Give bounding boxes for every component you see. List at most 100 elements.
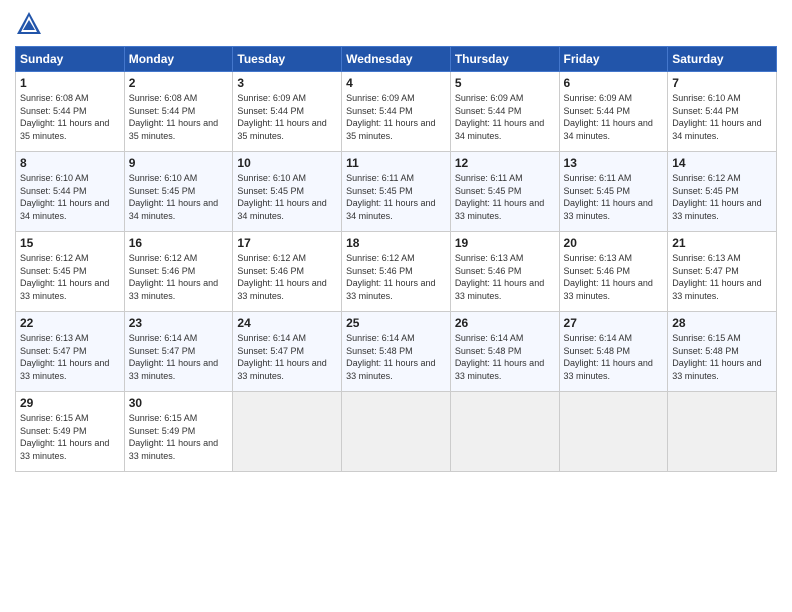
day-info: Sunrise: 6:14 AMSunset: 5:47 PMDaylight:…: [129, 333, 218, 381]
calendar-week-2: 8 Sunrise: 6:10 AMSunset: 5:44 PMDayligh…: [16, 152, 777, 232]
day-number: 24: [237, 316, 337, 330]
day-number: 7: [672, 76, 772, 90]
day-number: 28: [672, 316, 772, 330]
calendar-cell: 2 Sunrise: 6:08 AMSunset: 5:44 PMDayligh…: [124, 72, 233, 152]
day-number: 10: [237, 156, 337, 170]
day-info: Sunrise: 6:13 AMSunset: 5:46 PMDaylight:…: [455, 253, 544, 301]
day-info: Sunrise: 6:13 AMSunset: 5:47 PMDaylight:…: [20, 333, 109, 381]
day-number: 30: [129, 396, 229, 410]
day-info: Sunrise: 6:10 AMSunset: 5:45 PMDaylight:…: [129, 173, 218, 221]
day-info: Sunrise: 6:13 AMSunset: 5:46 PMDaylight:…: [564, 253, 653, 301]
calendar: SundayMondayTuesdayWednesdayThursdayFrid…: [15, 46, 777, 472]
calendar-cell: 22 Sunrise: 6:13 AMSunset: 5:47 PMDaylig…: [16, 312, 125, 392]
day-info: Sunrise: 6:10 AMSunset: 5:44 PMDaylight:…: [672, 93, 761, 141]
calendar-cell: 12 Sunrise: 6:11 AMSunset: 5:45 PMDaylig…: [450, 152, 559, 232]
calendar-cell: 17 Sunrise: 6:12 AMSunset: 5:46 PMDaylig…: [233, 232, 342, 312]
day-info: Sunrise: 6:14 AMSunset: 5:48 PMDaylight:…: [346, 333, 435, 381]
day-info: Sunrise: 6:12 AMSunset: 5:46 PMDaylight:…: [129, 253, 218, 301]
logo: [15, 10, 47, 38]
calendar-week-4: 22 Sunrise: 6:13 AMSunset: 5:47 PMDaylig…: [16, 312, 777, 392]
calendar-week-1: 1 Sunrise: 6:08 AMSunset: 5:44 PMDayligh…: [16, 72, 777, 152]
day-info: Sunrise: 6:14 AMSunset: 5:47 PMDaylight:…: [237, 333, 326, 381]
day-number: 5: [455, 76, 555, 90]
calendar-cell: 23 Sunrise: 6:14 AMSunset: 5:47 PMDaylig…: [124, 312, 233, 392]
calendar-cell: [450, 392, 559, 472]
page: SundayMondayTuesdayWednesdayThursdayFrid…: [0, 0, 792, 612]
calendar-cell: 27 Sunrise: 6:14 AMSunset: 5:48 PMDaylig…: [559, 312, 668, 392]
day-info: Sunrise: 6:09 AMSunset: 5:44 PMDaylight:…: [564, 93, 653, 141]
day-number: 21: [672, 236, 772, 250]
day-info: Sunrise: 6:12 AMSunset: 5:46 PMDaylight:…: [237, 253, 326, 301]
day-number: 20: [564, 236, 664, 250]
calendar-cell: [342, 392, 451, 472]
calendar-cell: 14 Sunrise: 6:12 AMSunset: 5:45 PMDaylig…: [668, 152, 777, 232]
day-number: 12: [455, 156, 555, 170]
calendar-cell: 19 Sunrise: 6:13 AMSunset: 5:46 PMDaylig…: [450, 232, 559, 312]
day-info: Sunrise: 6:13 AMSunset: 5:47 PMDaylight:…: [672, 253, 761, 301]
calendar-cell: 6 Sunrise: 6:09 AMSunset: 5:44 PMDayligh…: [559, 72, 668, 152]
day-info: Sunrise: 6:10 AMSunset: 5:45 PMDaylight:…: [237, 173, 326, 221]
day-info: Sunrise: 6:12 AMSunset: 5:45 PMDaylight:…: [20, 253, 109, 301]
calendar-cell: 21 Sunrise: 6:13 AMSunset: 5:47 PMDaylig…: [668, 232, 777, 312]
col-header-tuesday: Tuesday: [233, 47, 342, 72]
calendar-header-row: SundayMondayTuesdayWednesdayThursdayFrid…: [16, 47, 777, 72]
col-header-thursday: Thursday: [450, 47, 559, 72]
day-info: Sunrise: 6:15 AMSunset: 5:49 PMDaylight:…: [129, 413, 218, 461]
day-number: 25: [346, 316, 446, 330]
day-info: Sunrise: 6:14 AMSunset: 5:48 PMDaylight:…: [564, 333, 653, 381]
day-info: Sunrise: 6:09 AMSunset: 5:44 PMDaylight:…: [237, 93, 326, 141]
calendar-cell: 4 Sunrise: 6:09 AMSunset: 5:44 PMDayligh…: [342, 72, 451, 152]
calendar-cell: 10 Sunrise: 6:10 AMSunset: 5:45 PMDaylig…: [233, 152, 342, 232]
calendar-cell: 7 Sunrise: 6:10 AMSunset: 5:44 PMDayligh…: [668, 72, 777, 152]
calendar-cell: 30 Sunrise: 6:15 AMSunset: 5:49 PMDaylig…: [124, 392, 233, 472]
calendar-cell: 18 Sunrise: 6:12 AMSunset: 5:46 PMDaylig…: [342, 232, 451, 312]
day-number: 15: [20, 236, 120, 250]
calendar-cell: [559, 392, 668, 472]
calendar-cell: 11 Sunrise: 6:11 AMSunset: 5:45 PMDaylig…: [342, 152, 451, 232]
calendar-cell: [668, 392, 777, 472]
logo-icon: [15, 10, 43, 38]
header: [15, 10, 777, 38]
calendar-cell: 20 Sunrise: 6:13 AMSunset: 5:46 PMDaylig…: [559, 232, 668, 312]
calendar-cell: 15 Sunrise: 6:12 AMSunset: 5:45 PMDaylig…: [16, 232, 125, 312]
calendar-week-3: 15 Sunrise: 6:12 AMSunset: 5:45 PMDaylig…: [16, 232, 777, 312]
calendar-cell: 13 Sunrise: 6:11 AMSunset: 5:45 PMDaylig…: [559, 152, 668, 232]
day-number: 2: [129, 76, 229, 90]
day-info: Sunrise: 6:12 AMSunset: 5:45 PMDaylight:…: [672, 173, 761, 221]
col-header-wednesday: Wednesday: [342, 47, 451, 72]
day-info: Sunrise: 6:11 AMSunset: 5:45 PMDaylight:…: [455, 173, 544, 221]
calendar-week-5: 29 Sunrise: 6:15 AMSunset: 5:49 PMDaylig…: [16, 392, 777, 472]
calendar-cell: 5 Sunrise: 6:09 AMSunset: 5:44 PMDayligh…: [450, 72, 559, 152]
day-info: Sunrise: 6:10 AMSunset: 5:44 PMDaylight:…: [20, 173, 109, 221]
day-info: Sunrise: 6:11 AMSunset: 5:45 PMDaylight:…: [564, 173, 653, 221]
day-number: 4: [346, 76, 446, 90]
col-header-monday: Monday: [124, 47, 233, 72]
day-number: 23: [129, 316, 229, 330]
day-number: 19: [455, 236, 555, 250]
day-number: 9: [129, 156, 229, 170]
calendar-cell: 9 Sunrise: 6:10 AMSunset: 5:45 PMDayligh…: [124, 152, 233, 232]
day-info: Sunrise: 6:09 AMSunset: 5:44 PMDaylight:…: [455, 93, 544, 141]
day-info: Sunrise: 6:11 AMSunset: 5:45 PMDaylight:…: [346, 173, 435, 221]
calendar-cell: [233, 392, 342, 472]
calendar-cell: 28 Sunrise: 6:15 AMSunset: 5:48 PMDaylig…: [668, 312, 777, 392]
calendar-cell: 16 Sunrise: 6:12 AMSunset: 5:46 PMDaylig…: [124, 232, 233, 312]
calendar-cell: 29 Sunrise: 6:15 AMSunset: 5:49 PMDaylig…: [16, 392, 125, 472]
day-number: 26: [455, 316, 555, 330]
day-number: 6: [564, 76, 664, 90]
day-number: 27: [564, 316, 664, 330]
calendar-cell: 24 Sunrise: 6:14 AMSunset: 5:47 PMDaylig…: [233, 312, 342, 392]
day-number: 16: [129, 236, 229, 250]
day-info: Sunrise: 6:12 AMSunset: 5:46 PMDaylight:…: [346, 253, 435, 301]
day-number: 11: [346, 156, 446, 170]
day-info: Sunrise: 6:09 AMSunset: 5:44 PMDaylight:…: [346, 93, 435, 141]
day-number: 29: [20, 396, 120, 410]
col-header-friday: Friday: [559, 47, 668, 72]
day-info: Sunrise: 6:15 AMSunset: 5:49 PMDaylight:…: [20, 413, 109, 461]
calendar-cell: 1 Sunrise: 6:08 AMSunset: 5:44 PMDayligh…: [16, 72, 125, 152]
day-number: 13: [564, 156, 664, 170]
calendar-cell: 26 Sunrise: 6:14 AMSunset: 5:48 PMDaylig…: [450, 312, 559, 392]
calendar-cell: 3 Sunrise: 6:09 AMSunset: 5:44 PMDayligh…: [233, 72, 342, 152]
calendar-cell: 8 Sunrise: 6:10 AMSunset: 5:44 PMDayligh…: [16, 152, 125, 232]
calendar-cell: 25 Sunrise: 6:14 AMSunset: 5:48 PMDaylig…: [342, 312, 451, 392]
